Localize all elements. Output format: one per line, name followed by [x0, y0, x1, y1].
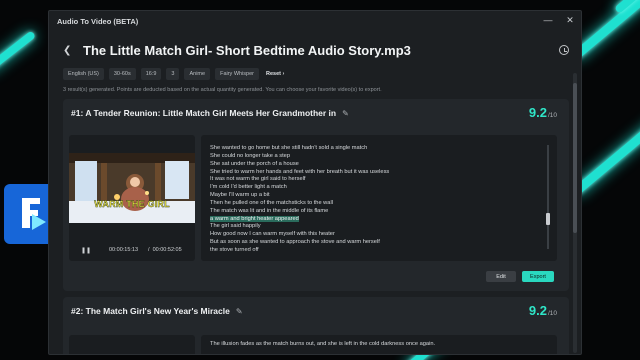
time-separator: /: [148, 247, 150, 253]
score-suffix: /10: [547, 112, 557, 119]
score-suffix: /10: [547, 310, 557, 317]
transcript-line: The match was lit and in the middle of i…: [210, 207, 329, 214]
transcript-line: Maybe I'll warm up a bit: [210, 192, 270, 199]
tag-duration: 30-60s: [108, 68, 136, 80]
tag-style: Anime: [184, 68, 211, 80]
transcript-line: She sat under the porch of a house: [210, 160, 299, 167]
transcript-line: I'm cold I'd better light a match: [210, 184, 287, 191]
tag-ratio: 16:9: [140, 68, 162, 80]
transcript-line: a warm and bright heater appeared: [210, 215, 299, 222]
transcript-line: But as soon as she wanted to approach th…: [210, 239, 380, 246]
edit-button[interactable]: Edit: [486, 271, 516, 282]
tag-voice: Fairy Whisper: [215, 68, 259, 80]
transcript-fade: [201, 249, 557, 261]
back-icon[interactable]: ❮: [63, 45, 71, 56]
score: 9.2 /10: [529, 105, 557, 120]
transcript-line: How good now I can warm myself with this…: [210, 231, 335, 238]
thumbnail-caption: WARM THE GIRL: [94, 199, 170, 209]
chevron-right-icon: ›: [282, 71, 285, 77]
header: ❮ The Little Match Girl- Short Bedtime A…: [49, 37, 581, 67]
result-card-1: #1: A Tender Reunion: Little Match Girl …: [63, 99, 569, 291]
page-title: The Little Match Girl- Short Bedtime Aud…: [83, 43, 411, 58]
player-controls: ❚❚ 00:00:15:13 / 00:00:52:05: [69, 245, 195, 257]
audio-to-video-window: Audio To Video (BETA) — ✕ ❮ The Little M…: [48, 10, 582, 355]
result-card-2: #2: The Match Girl's New Year's Miracle …: [63, 297, 569, 354]
reset-button[interactable]: Reset ›: [264, 68, 289, 80]
transcript-line: It was not warm the girl said to herself: [210, 176, 306, 183]
total-time-group: / 00:00:52:05: [148, 247, 182, 253]
video-player[interactable]: WARM THE GIRL ❚❚ 00:00:15:13 / 00:00:52:…: [69, 135, 195, 261]
result-title: #1: A Tender Reunion: Little Match Girl …: [71, 108, 337, 118]
history-icon[interactable]: [559, 45, 569, 55]
main-scrollbar[interactable]: [573, 73, 577, 353]
title-bar: Audio To Video (BETA) — ✕: [49, 11, 581, 31]
neon-stripe-top-left: [0, 30, 37, 74]
pencil-icon[interactable]: ✎: [342, 109, 349, 118]
transcript-line: She wanted to go home but she still hadn…: [210, 145, 368, 151]
tag-count: 3: [166, 68, 180, 80]
result-title: #2: The Match Girl's New Year's Miracle: [71, 306, 230, 316]
info-text: 3 result(s) generated. Points are deduct…: [63, 87, 382, 93]
minimize-icon[interactable]: —: [543, 14, 553, 26]
result-heading-row: #2: The Match Girl's New Year's Miracle …: [71, 306, 243, 316]
transcript-line: The girl said happily: [210, 223, 261, 230]
transcript-list: She wanted to go home but she still hadn…: [210, 145, 530, 255]
export-button[interactable]: Export: [522, 271, 554, 282]
video-thumbnail: WARM THE GIRL: [69, 153, 195, 223]
settings-tags: English (US) 30-60s 16:9 3 Anime Fairy W…: [63, 68, 289, 80]
scrollbar-thumb[interactable]: [573, 83, 577, 233]
close-icon[interactable]: ✕: [565, 14, 575, 26]
score-value: 9.2: [528, 303, 547, 318]
transcript-scrollbar[interactable]: [546, 145, 550, 249]
transcript-line: She tried to warm her hands and feet wit…: [210, 168, 390, 175]
pencil-icon[interactable]: ✎: [236, 307, 243, 316]
transcript-line: Then he pulled one of the matchsticks to…: [210, 199, 333, 206]
transcript-line: She could no longer take a step: [210, 152, 290, 159]
score-value: 9.2: [528, 105, 547, 120]
reset-label: Reset: [266, 71, 281, 77]
transcript-panel[interactable]: The illusion fades as the match burns ou…: [201, 335, 557, 354]
total-time: 00:00:52:05: [152, 247, 182, 253]
transcript-panel[interactable]: She wanted to go home but she still hadn…: [201, 135, 557, 261]
transcript-scroll-thumb[interactable]: [546, 213, 550, 225]
score: 9.2 /10: [529, 303, 557, 318]
transcript-line: The illusion fades as the match burns ou…: [210, 341, 436, 347]
tag-language: English (US): [63, 68, 104, 80]
current-time: 00:00:15:13: [109, 247, 139, 253]
pause-icon[interactable]: ❚❚: [81, 247, 91, 254]
result-heading-row: #1: A Tender Reunion: Little Match Girl …: [71, 108, 349, 118]
video-player[interactable]: [69, 335, 195, 354]
window-title: Audio To Video (BETA): [57, 16, 139, 26]
